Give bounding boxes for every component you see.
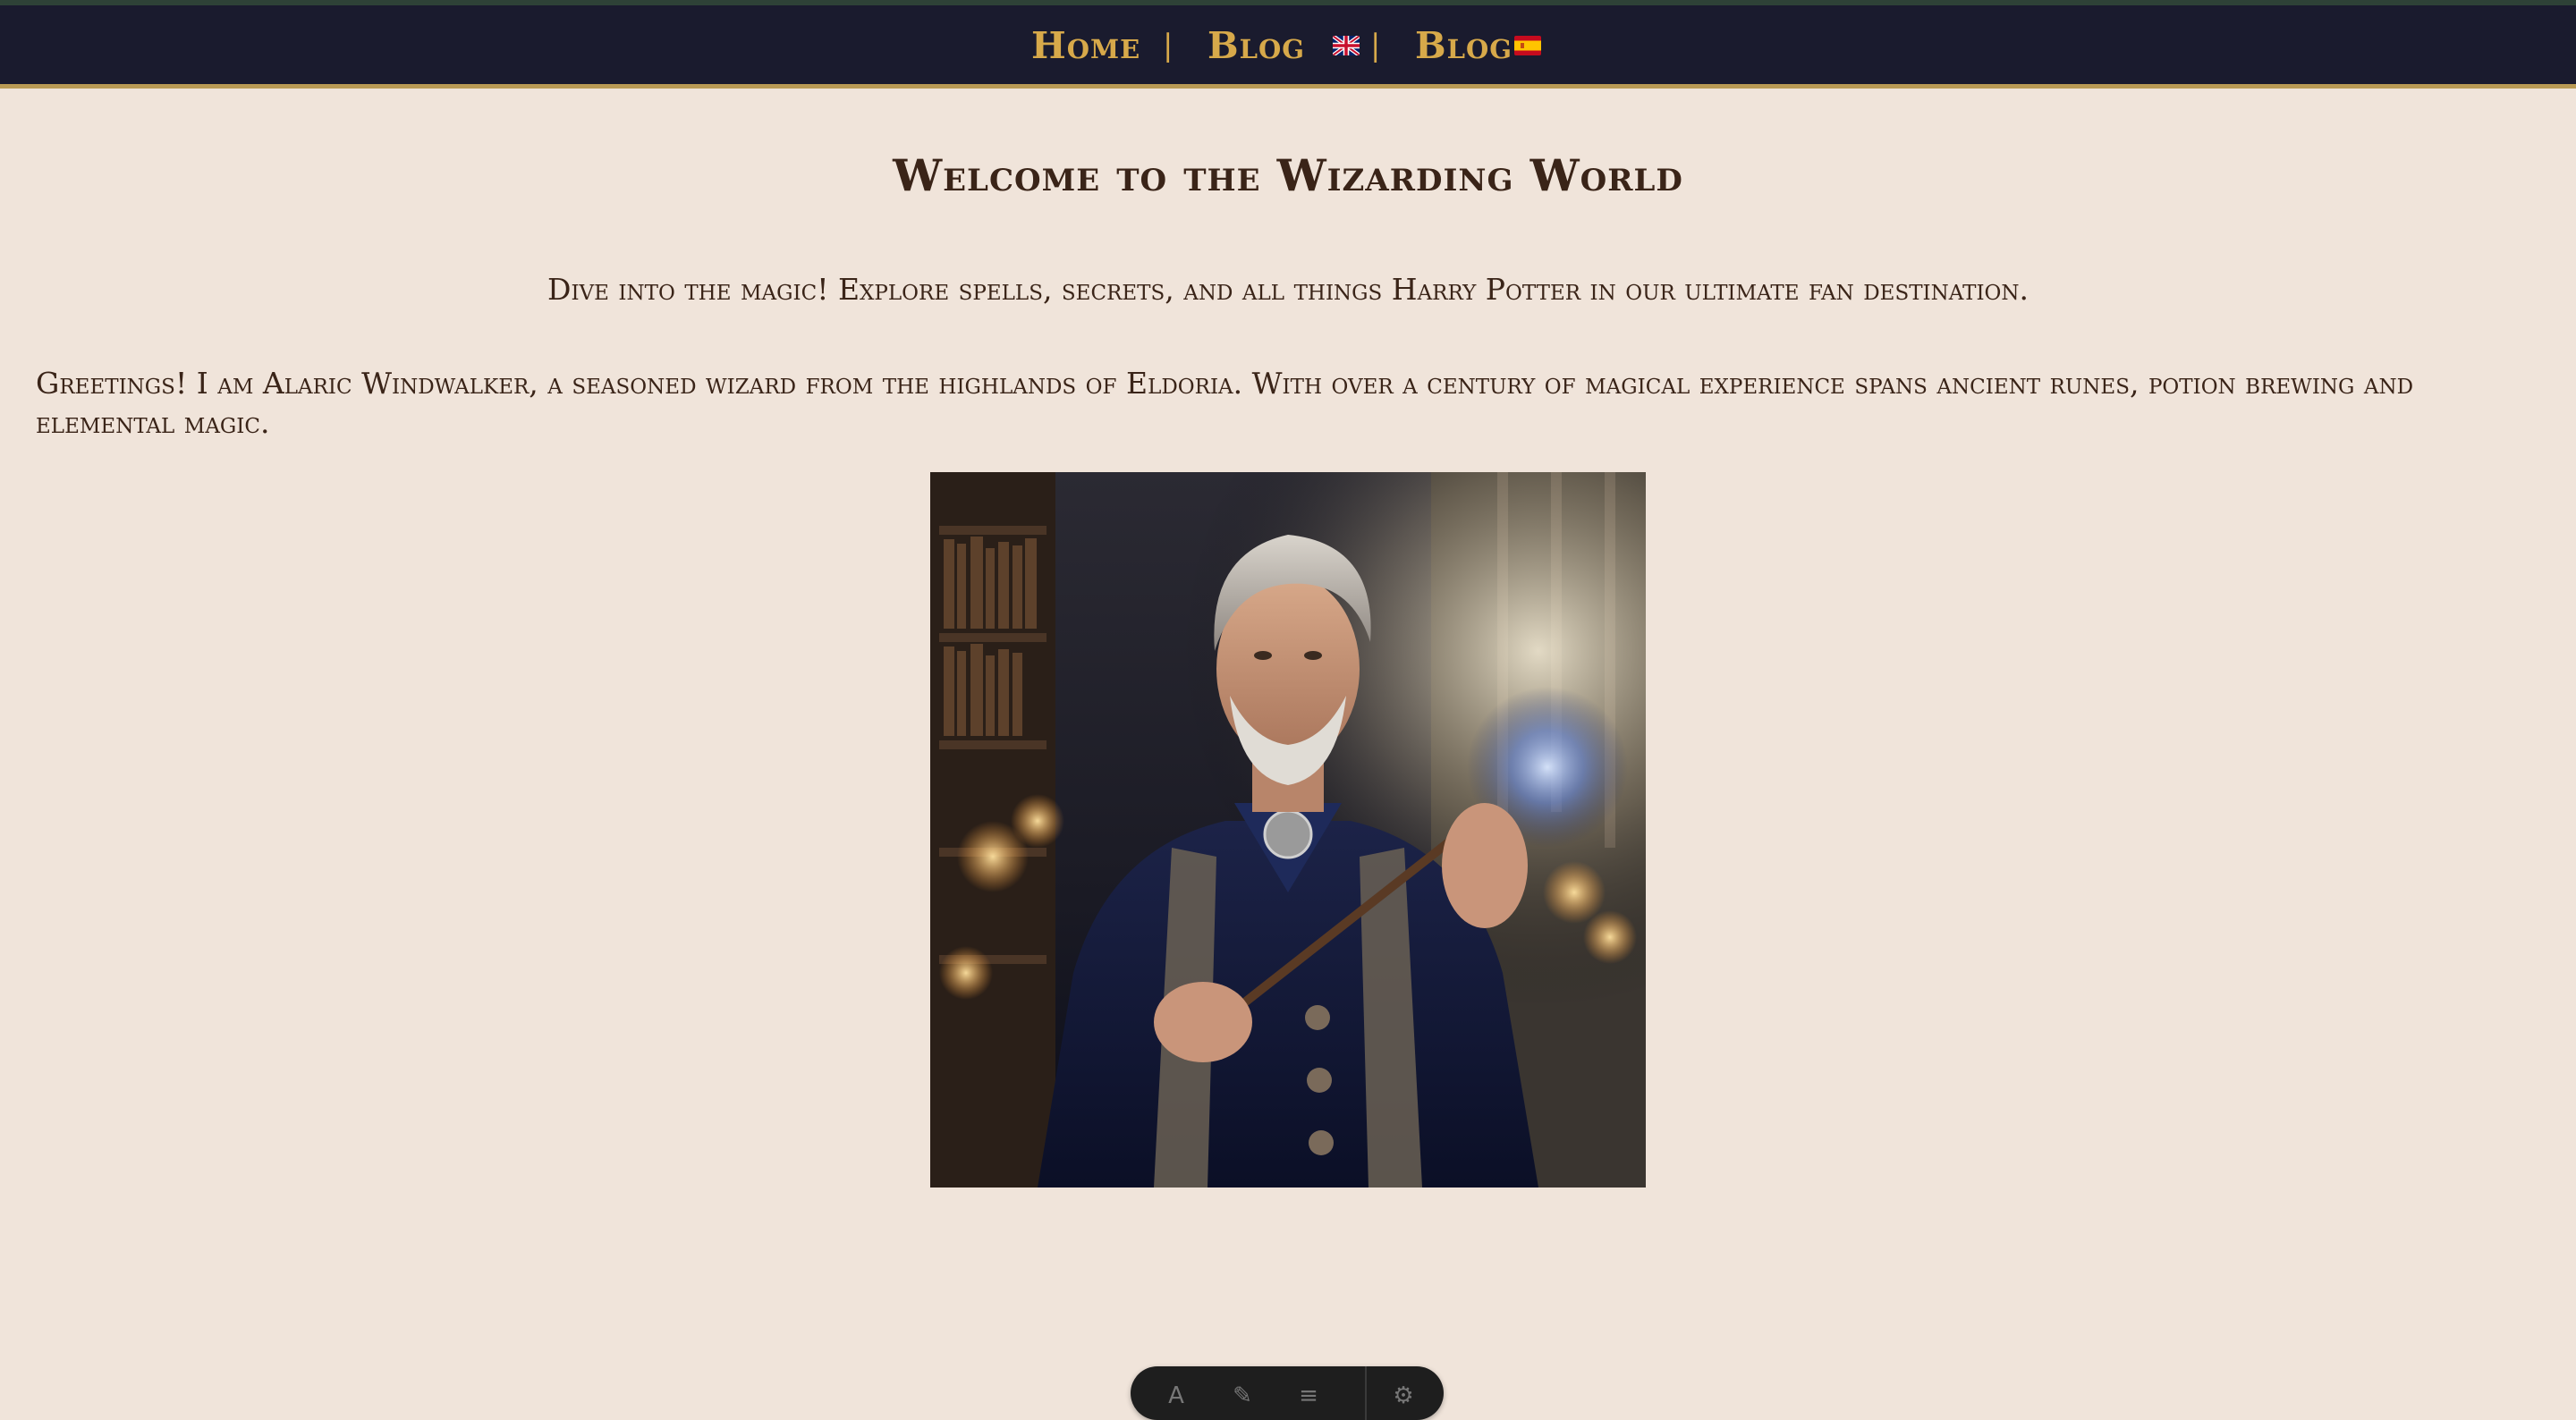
page-title: Welcome to the Wizarding World	[893, 149, 1683, 201]
pen-icon[interactable]: ✎	[1229, 1382, 1256, 1409]
greeting-paragraph: Greetings! I am Alaric Windwalker, a sea…	[36, 366, 2414, 440]
toolbar-divider	[1365, 1366, 1367, 1420]
text-icon[interactable]: A	[1163, 1382, 1190, 1409]
navbar: Home | Blog | Blog	[0, 5, 2576, 89]
floating-toolbar: A ✎ ≡ ⚙	[1131, 1366, 1444, 1420]
spain-flag-icon[interactable]	[1514, 36, 1541, 55]
nav-blog-es-link[interactable]: Blog	[1415, 23, 1513, 68]
nav-separator: |	[1370, 28, 1381, 63]
settings-icon[interactable]: ⚙	[1390, 1382, 1417, 1409]
tagline-text: Dive into the magic! Explore spells, sec…	[547, 272, 2029, 307]
highlight-icon[interactable]: ≡	[1295, 1382, 1322, 1409]
wizard-portrait-image	[930, 472, 1646, 1188]
nav-separator: |	[1163, 28, 1174, 63]
nav-links-container: Home | Blog | Blog	[0, 5, 2576, 84]
nav-blog-en-link[interactable]: Blog	[1208, 23, 1305, 68]
uk-flag-icon[interactable]	[1333, 36, 1360, 55]
nav-home-link[interactable]: Home	[1031, 23, 1140, 68]
